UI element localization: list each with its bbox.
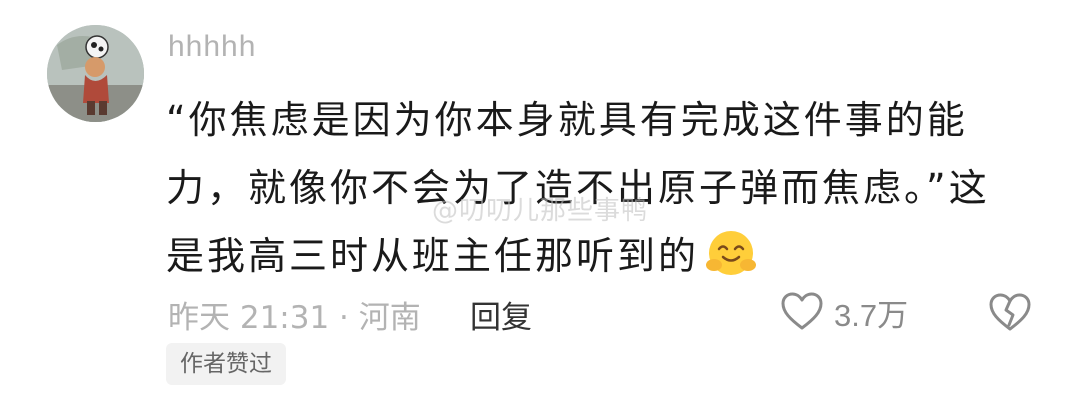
heart-icon: [780, 291, 824, 335]
smiling-face-with-hands-icon: [705, 227, 757, 279]
comment-line: “你焦虑是因为你本身就具有完成这件事的能: [166, 98, 968, 142]
comment-meta: 昨天 21:31 · 河南: [168, 300, 421, 336]
comment-text: “你焦虑是因为你本身就具有完成这件事的能 力，就像你不会为了造不出原子弹而焦虑。…: [166, 86, 1046, 290]
comment-line: 是我高三时从班主任那听到的: [166, 234, 700, 278]
avatar[interactable]: [47, 25, 144, 122]
reply-button[interactable]: 回复: [470, 292, 532, 337]
username[interactable]: hhhhh: [168, 30, 256, 64]
like-button[interactable]: 3.7万: [780, 290, 908, 335]
broken-heart-icon: [988, 293, 1032, 336]
author-liked-badge: 作者赞过: [166, 343, 286, 385]
comment-line-last: 是我高三时从班主任那听到的: [166, 222, 1046, 290]
like-count: 3.7万: [834, 298, 909, 333]
avatar-image: [47, 25, 144, 122]
comment-line: 力，就像你不会为了造不出原子弹而焦虑。”这: [166, 166, 990, 210]
dislike-button[interactable]: [988, 292, 1032, 336]
